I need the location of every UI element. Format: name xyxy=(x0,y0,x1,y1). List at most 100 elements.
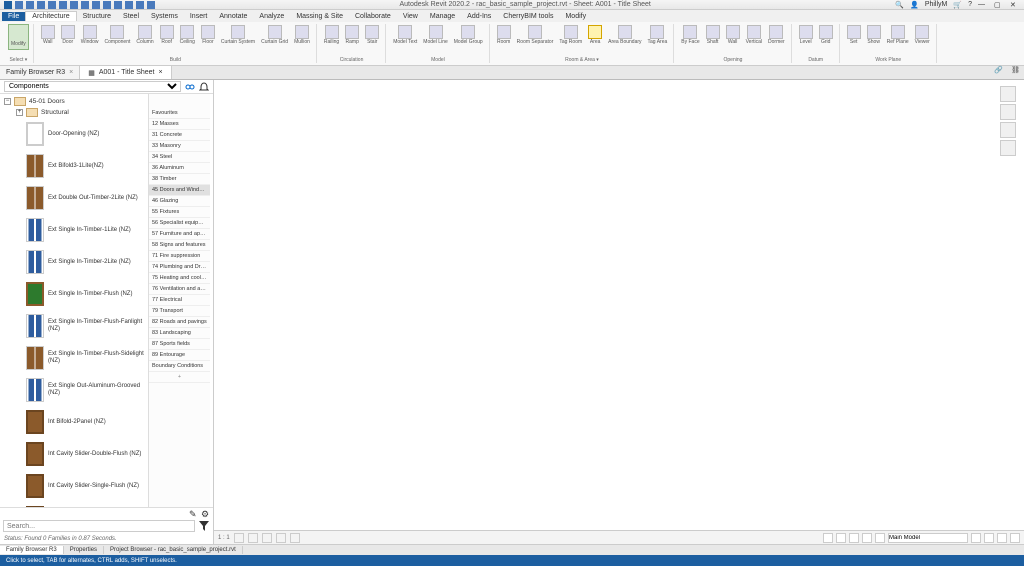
nav-zoom-icon[interactable] xyxy=(1000,140,1016,156)
ribbon-tab-file[interactable]: File xyxy=(2,12,25,21)
family-item[interactable]: Ext Single In-Timber-2Lite (NZ) xyxy=(24,246,146,278)
tool-wall[interactable]: Wall xyxy=(39,24,57,46)
print-icon[interactable] xyxy=(59,1,67,9)
ribbon-tab-collaborate[interactable]: Collaborate xyxy=(349,12,397,21)
chain-icon[interactable]: ⛓ xyxy=(1007,66,1024,79)
modify-tool[interactable]: Modify xyxy=(8,24,29,50)
family-item[interactable]: Int Cavity Slider-Single-Flush (NZ) xyxy=(24,470,146,502)
expand-icon[interactable]: + xyxy=(16,109,23,116)
tool-ref-plane[interactable]: Ref Plane xyxy=(885,24,911,46)
family-item[interactable]: Ext Single In-Timber-Flush-Sidelight (NZ… xyxy=(24,342,146,374)
ribbon-tab-architecture[interactable]: Architecture xyxy=(25,11,76,21)
tool-floor[interactable]: Floor xyxy=(199,24,217,46)
bottom-tab-family-browser-r-[interactable]: Family Browser R3 xyxy=(0,546,64,554)
link-icon[interactable] xyxy=(185,82,195,92)
category-item[interactable]: 71 Fire suppression xyxy=(149,251,210,262)
category-item[interactable]: 57 Furniture and appliances xyxy=(149,229,210,240)
category-item[interactable]: 87 Sports fields xyxy=(149,339,210,350)
tool-area-boundary[interactable]: Area Boundary xyxy=(606,24,643,46)
tool-roof[interactable]: Roof xyxy=(158,24,176,46)
thin-lines-icon[interactable] xyxy=(136,1,144,9)
tool-model-text[interactable]: Model Text xyxy=(391,24,419,46)
category-item[interactable]: 75 Heating and cooling xyxy=(149,273,210,284)
panel-tab-family-browser[interactable]: Family Browser R3 × xyxy=(0,66,80,79)
filter-icon[interactable] xyxy=(997,533,1007,543)
close-button[interactable]: ✕ xyxy=(1010,1,1020,9)
ribbon-tab-view[interactable]: View xyxy=(397,12,424,21)
select-face-icon[interactable] xyxy=(862,533,872,543)
add-category-button[interactable]: + xyxy=(149,372,210,383)
family-item[interactable]: Ext Double Out-Timber-2Lite (NZ) xyxy=(24,182,146,214)
shadows-icon[interactable] xyxy=(276,533,286,543)
workset-icon[interactable] xyxy=(971,533,981,543)
bell-icon[interactable] xyxy=(199,82,209,92)
open-icon[interactable] xyxy=(15,1,23,9)
view-icon[interactable] xyxy=(114,1,122,9)
ribbon-tab-cherrybim-tools[interactable]: CherryBIM tools xyxy=(497,12,559,21)
tree-folder-root[interactable]: − 45-01 Doors xyxy=(2,96,146,107)
tool-shaft[interactable]: Shaft xyxy=(704,24,722,46)
ribbon-tab-manage[interactable]: Manage xyxy=(424,12,461,21)
tool-curtain-grid[interactable]: Curtain Grid xyxy=(259,24,290,46)
tool-column[interactable]: Column xyxy=(134,24,155,46)
tool-ramp[interactable]: Ramp xyxy=(343,24,361,46)
tool-mullion[interactable]: Mullion xyxy=(292,24,312,46)
category-item[interactable]: 89 Entourage xyxy=(149,350,210,361)
category-item[interactable]: Favourites xyxy=(149,108,210,119)
tool-dormer[interactable]: Dormer xyxy=(766,24,787,46)
family-item[interactable]: Ext Single In-Timber-1Lite (NZ) xyxy=(24,214,146,246)
tool-ceiling[interactable]: Ceiling xyxy=(178,24,197,46)
category-item[interactable]: Boundary Conditions xyxy=(149,361,210,372)
undo-icon[interactable] xyxy=(37,1,45,9)
bottom-tab-properties[interactable]: Properties xyxy=(64,546,104,554)
category-item[interactable]: 82 Roads and pavings xyxy=(149,317,210,328)
category-item[interactable]: 36 Aluminum xyxy=(149,163,210,174)
category-item[interactable]: 79 Transport xyxy=(149,306,210,317)
crop-icon[interactable] xyxy=(290,533,300,543)
drawing-canvas[interactable]: 1 : 1 xyxy=(214,80,1024,544)
tool-by-face[interactable]: By Face xyxy=(679,24,701,46)
category-item[interactable]: 55 Fixtures xyxy=(149,207,210,218)
drag-icon[interactable] xyxy=(875,533,885,543)
ribbon-tab-structure[interactable]: Structure xyxy=(77,12,117,21)
family-item[interactable]: Int Bifold-2Panel (NZ) xyxy=(24,406,146,438)
category-item[interactable]: 77 Electrical xyxy=(149,295,210,306)
component-filter-select[interactable]: Components xyxy=(4,81,181,92)
category-item[interactable]: 83 Landscaping xyxy=(149,328,210,339)
tool-grid[interactable]: Grid xyxy=(817,24,835,46)
link-icon[interactable]: 🔗 xyxy=(990,66,1007,79)
design-options-icon[interactable] xyxy=(984,533,994,543)
family-item[interactable]: Ext Bifold3-1Lite(NZ) xyxy=(24,150,146,182)
category-item[interactable]: 12 Masses xyxy=(149,119,210,130)
filter-icon[interactable] xyxy=(198,520,210,532)
tree-folder-structural[interactable]: + Structural xyxy=(14,107,146,118)
tool-model-line[interactable]: Model Line xyxy=(421,24,449,46)
redo-icon[interactable] xyxy=(48,1,56,9)
section-icon[interactable] xyxy=(125,1,133,9)
nav-wheel-icon[interactable] xyxy=(1000,104,1016,120)
ribbon-tab-add-ins[interactable]: Add-Ins xyxy=(461,12,497,21)
reveal-icon[interactable] xyxy=(1010,533,1020,543)
select-underlay-icon[interactable] xyxy=(836,533,846,543)
close-icon[interactable]: × xyxy=(159,69,163,76)
select-pinned-icon[interactable] xyxy=(849,533,859,543)
tool-component[interactable]: Component xyxy=(103,24,133,46)
tool-level[interactable]: Level xyxy=(797,24,815,46)
minimize-button[interactable]: — xyxy=(978,1,988,9)
ribbon-tab-massing-site[interactable]: Massing & Site xyxy=(290,12,349,21)
ribbon-tab-annotate[interactable]: Annotate xyxy=(213,12,253,21)
tag-icon[interactable] xyxy=(92,1,100,9)
category-item[interactable]: 56 Specialist equipment xyxy=(149,218,210,229)
category-item[interactable]: 46 Glazing xyxy=(149,196,210,207)
close-hidden-icon[interactable] xyxy=(147,1,155,9)
search-icon[interactable]: 🔍 xyxy=(895,1,904,9)
category-item[interactable]: 31 Concrete xyxy=(149,130,210,141)
collapse-icon[interactable]: − xyxy=(4,98,11,105)
measure-icon[interactable] xyxy=(70,1,78,9)
tool-viewer[interactable]: Viewer xyxy=(913,24,932,46)
tool-area[interactable]: Area xyxy=(586,24,604,46)
tool-model-group[interactable]: Model Group xyxy=(452,24,485,46)
maximize-button[interactable]: ▢ xyxy=(994,1,1004,9)
model-filter-input[interactable] xyxy=(888,533,968,543)
tool-room-separator[interactable]: Room Separator xyxy=(515,24,556,46)
